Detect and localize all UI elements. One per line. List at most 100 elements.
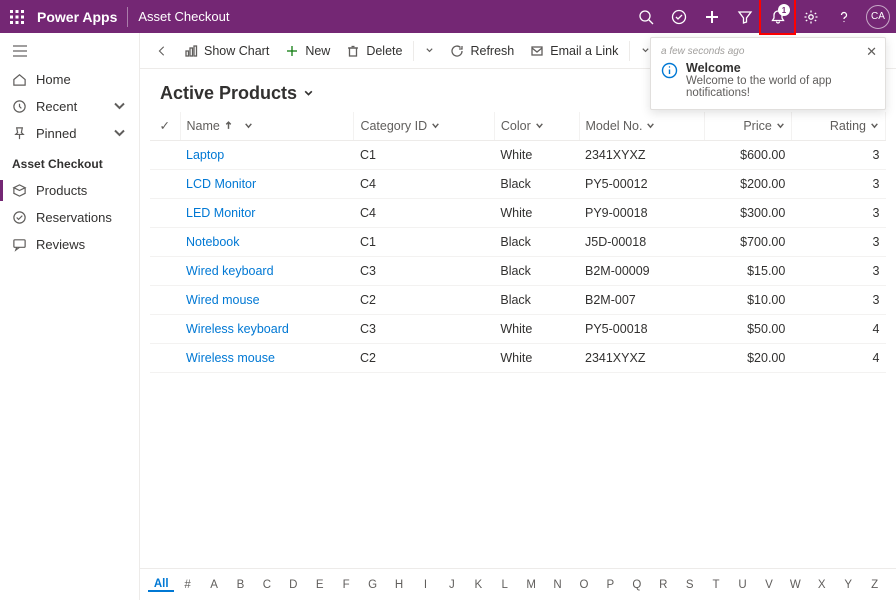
nav-pinned[interactable]: Pinned (0, 120, 139, 147)
chevron-down-icon[interactable] (112, 99, 127, 114)
nav-label: Pinned (36, 126, 76, 141)
cell-category: C4 (354, 169, 494, 198)
cmd-label: Refresh (470, 44, 514, 58)
email-link-button[interactable]: Email a Link (522, 33, 626, 69)
back-button[interactable] (148, 33, 176, 69)
nav-label: Products (36, 183, 87, 198)
table-row[interactable]: Wireless keyboard C3 White PY5-00018 $50… (150, 314, 886, 343)
alpha-O[interactable]: O (571, 579, 597, 591)
alpha-T[interactable]: T (703, 579, 729, 591)
cell-rating: 3 (791, 227, 885, 256)
alpha-M[interactable]: M (518, 579, 544, 591)
cell-color: White (494, 198, 579, 227)
table-row[interactable]: Wireless mouse C2 White 2341XYXZ $20.00 … (150, 343, 886, 372)
col-model[interactable]: Model No. (579, 112, 705, 140)
notifications-icon[interactable]: 1 (761, 0, 794, 33)
filter-icon[interactable] (728, 0, 761, 33)
refresh-button[interactable]: Refresh (442, 33, 522, 69)
col-color[interactable]: Color (494, 112, 579, 140)
select-all[interactable]: ✓ (150, 112, 180, 140)
cell-name[interactable]: Notebook (180, 227, 354, 256)
show-chart-button[interactable]: Show Chart (176, 33, 277, 69)
nav-label: Recent (36, 99, 77, 114)
delete-split[interactable] (417, 33, 442, 69)
alpha-G[interactable]: G (359, 579, 385, 591)
alpha-Q[interactable]: Q (624, 579, 650, 591)
alpha-A[interactable]: A (201, 579, 227, 591)
cell-name[interactable]: Wireless mouse (180, 343, 354, 372)
table-row[interactable]: Wired mouse C2 Black B2M-007 $10.00 3 (150, 285, 886, 314)
alpha-S[interactable]: S (676, 579, 702, 591)
cell-name[interactable]: LCD Monitor (180, 169, 354, 198)
alpha-F[interactable]: F (333, 579, 359, 591)
alpha-N[interactable]: N (544, 579, 570, 591)
alpha-#[interactable]: # (174, 579, 200, 591)
cmd-label: New (305, 44, 330, 58)
col-name[interactable]: Name (180, 112, 354, 140)
nav-label: Home (36, 72, 71, 87)
cell-color: White (494, 343, 579, 372)
alpha-R[interactable]: R (650, 579, 676, 591)
cell-name[interactable]: Wireless keyboard (180, 314, 354, 343)
cell-model: PY5-00018 (579, 314, 705, 343)
table-row[interactable]: LED Monitor C4 White PY9-00018 $300.00 3 (150, 198, 886, 227)
nav-home[interactable]: Home (0, 66, 139, 93)
col-price[interactable]: Price (705, 112, 792, 140)
alpha-D[interactable]: D (280, 579, 306, 591)
search-icon[interactable] (629, 0, 662, 33)
alpha-All[interactable]: All (148, 578, 174, 592)
cell-model: PY9-00018 (579, 198, 705, 227)
add-icon[interactable] (695, 0, 728, 33)
close-icon[interactable]: ✕ (866, 44, 877, 60)
delete-button[interactable]: Delete (338, 33, 410, 69)
col-rating[interactable]: Rating (791, 112, 885, 140)
settings-icon[interactable] (794, 0, 827, 33)
cell-category: C2 (354, 285, 494, 314)
alpha-V[interactable]: V (756, 579, 782, 591)
cell-name[interactable]: LED Monitor (180, 198, 354, 227)
alpha-E[interactable]: E (307, 579, 333, 591)
col-category[interactable]: Category ID (354, 112, 494, 140)
main-area: Show Chart New Delete Refresh Email a Li… (140, 33, 896, 600)
cmd-label: Show Chart (204, 44, 269, 58)
alpha-L[interactable]: L (491, 579, 517, 591)
alpha-Z[interactable]: Z (861, 579, 887, 591)
table-row[interactable]: Notebook C1 Black J5D-00018 $700.00 3 (150, 227, 886, 256)
alpha-C[interactable]: C (254, 579, 280, 591)
alpha-X[interactable]: X (809, 579, 835, 591)
alpha-Y[interactable]: Y (835, 579, 861, 591)
chevron-down-icon (303, 88, 314, 99)
notification-badge: 1 (778, 4, 790, 16)
nav-products[interactable]: Products (0, 177, 139, 204)
table-row[interactable]: LCD Monitor C4 Black PY5-00012 $200.00 3 (150, 169, 886, 198)
table-row[interactable]: Laptop C1 White 2341XYXZ $600.00 3 (150, 140, 886, 169)
user-avatar[interactable]: CA (866, 5, 890, 29)
alpha-U[interactable]: U (729, 579, 755, 591)
notification-toast: ✕ a few seconds ago Welcome Welcome to t… (650, 37, 886, 110)
nav-reviews[interactable]: Reviews (0, 231, 139, 258)
nav-reservations[interactable]: Reservations (0, 204, 139, 231)
table-row[interactable]: Wired keyboard C3 Black B2M-00009 $15.00… (150, 256, 886, 285)
page-name: Asset Checkout (128, 9, 229, 24)
nav-recent[interactable]: Recent (0, 93, 139, 120)
cell-name[interactable]: Wired mouse (180, 285, 354, 314)
alpha-K[interactable]: K (465, 579, 491, 591)
cell-rating: 4 (791, 314, 885, 343)
alpha-I[interactable]: I (412, 579, 438, 591)
chevron-down-icon[interactable] (112, 126, 127, 141)
cell-rating: 3 (791, 198, 885, 227)
cell-name[interactable]: Laptop (180, 140, 354, 169)
sidebar-toggle[interactable] (0, 39, 139, 66)
help-icon[interactable] (827, 0, 860, 33)
cell-rating: 3 (791, 285, 885, 314)
app-launcher-icon[interactable] (0, 0, 33, 33)
alpha-H[interactable]: H (386, 579, 412, 591)
alpha-P[interactable]: P (597, 579, 623, 591)
alpha-J[interactable]: J (439, 579, 465, 591)
toast-title: Welcome (686, 61, 875, 75)
alpha-B[interactable]: B (227, 579, 253, 591)
alpha-W[interactable]: W (782, 579, 808, 591)
cell-name[interactable]: Wired keyboard (180, 256, 354, 285)
task-icon[interactable] (662, 0, 695, 33)
new-button[interactable]: New (277, 33, 338, 69)
